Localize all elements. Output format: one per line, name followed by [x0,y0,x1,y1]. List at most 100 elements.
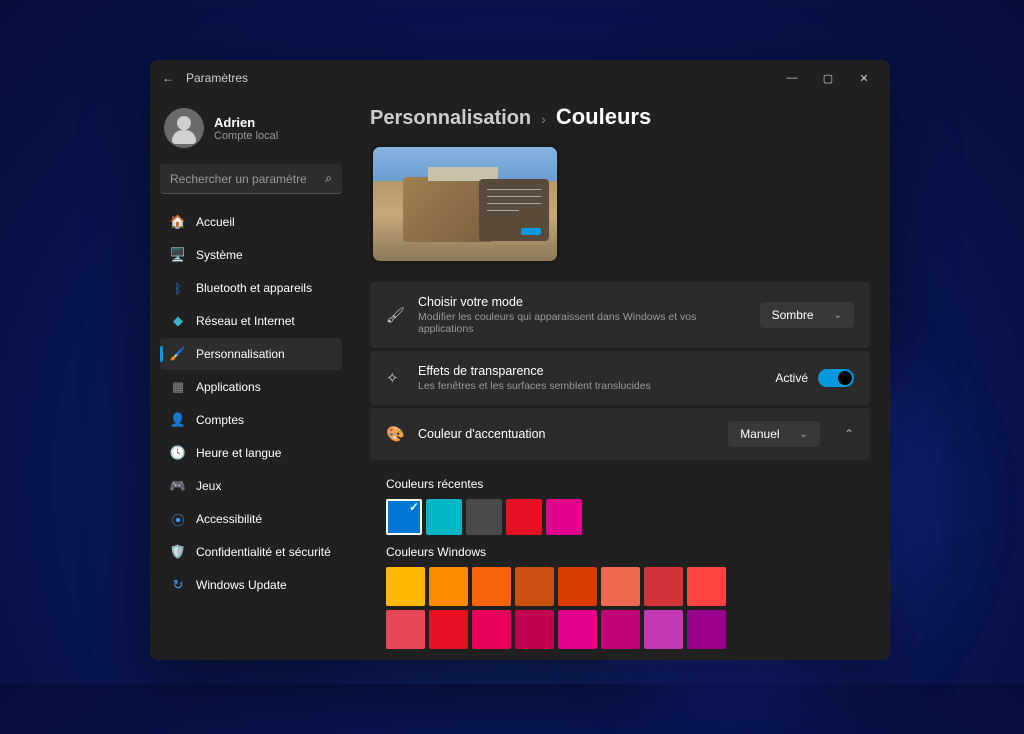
systeme-icon: 🖥️ [170,247,186,263]
windows-color-swatch[interactable] [472,567,511,606]
palette-icon: 🎨 [386,425,404,443]
sidebar-item-label: Réseau et Internet [196,314,295,328]
windows-color-swatch[interactable] [472,610,511,649]
minimize-button[interactable]: — [774,64,810,92]
main-panel: Personnalisation › Couleurs 🖌 Choisir vo… [350,96,890,660]
sidebar-item-label: Accueil [196,215,235,229]
titlebar: ← Paramètres — ▢ ✕ [150,60,890,96]
mode-sub: Modifier les couleurs qui apparaissent d… [418,311,746,335]
sidebar-item-label: Jeux [196,479,221,493]
sidebar-item-personnalisation[interactable]: 🖌️Personnalisation [160,338,342,370]
transparency-sub: Les fenêtres et les surfaces semblent tr… [418,380,761,392]
page-title: Couleurs [556,104,651,130]
transparency-state: Activé [775,371,808,385]
sparkle-icon: ✧ [386,369,404,387]
breadcrumb-root[interactable]: Personnalisation [370,107,531,130]
sidebar-item-comptes[interactable]: 👤 Comptes [160,404,342,436]
accent-value: Manuel [740,427,779,441]
sidebar-item-confidentialite[interactable]: 🛡️ Confidentialité et sécurité [160,536,342,568]
comptes-icon: 👤 [170,412,186,428]
chevron-right-icon: › [541,111,546,127]
personnalisation-icon: 🖌️ [170,346,186,362]
sidebar-item-label: Heure et langue [196,446,281,460]
jeux-icon: 🎮 [170,478,186,494]
sidebar-item-label: Confidentialité et sécurité [196,545,331,559]
sidebar-item-label: Système [196,248,243,262]
transparency-title: Effets de transparence [418,364,761,378]
window-title: Paramètres [186,71,248,85]
sidebar-item-applications[interactable]: ▦ Applications [160,371,342,403]
collapse-button[interactable]: ⌃ [844,427,854,441]
accent-dropdown[interactable]: Manuel ⌄ [728,421,820,447]
windows-color-swatch[interactable] [601,610,640,649]
sidebar-nav: 🏠 Accueil 🖥️ Système ᛒ Bluetooth et appareils… [160,206,342,601]
windows-color-swatch[interactable] [386,567,425,606]
recent-color-swatch[interactable] [466,499,502,535]
windows-color-swatch[interactable] [644,610,683,649]
sidebar-item-label: Applications [196,380,261,394]
mode-row[interactable]: 🖌 Choisir votre mode Modifier les couleu… [370,282,870,348]
recent-colors-title: Couleurs récentes [386,477,854,491]
sidebar-item-label: Bluetooth et appareils [196,281,312,295]
windows-color-swatch[interactable] [386,610,425,649]
close-button[interactable]: ✕ [846,64,882,92]
avatar-icon [164,108,204,148]
sidebar-item-accessibilite[interactable]: ⦿ Accessibilité [160,503,342,535]
windows-color-swatch[interactable] [429,567,468,606]
accent-panel: Couleurs récentes Couleurs Windows [370,463,870,660]
confidentialite-icon: 🛡️ [170,544,186,560]
maximize-button[interactable]: ▢ [810,64,846,92]
windows-color-swatch[interactable] [687,567,726,606]
settings-window: ← Paramètres — ▢ ✕ Adrien Compte local ⌕… [150,60,890,660]
chevron-down-icon: ⌄ [834,310,842,321]
recent-colors-row [386,499,854,535]
sidebar-item-accueil[interactable]: 🏠 Accueil [160,206,342,238]
sidebar-item-reseau[interactable]: ◆ Réseau et Internet [160,305,342,337]
recent-color-swatch[interactable] [506,499,542,535]
search-input[interactable] [170,172,325,186]
sidebar-item-update[interactable]: ↻ Windows Update [160,569,342,601]
sidebar-item-jeux[interactable]: 🎮 Jeux [160,470,342,502]
sidebar-item-label: Windows Update [196,578,287,592]
profile-block[interactable]: Adrien Compte local [160,102,342,160]
windows-color-swatch[interactable] [429,610,468,649]
accessibilite-icon: ⦿ [170,511,186,527]
mode-value: Sombre [772,308,814,322]
sidebar-item-bluetooth[interactable]: ᛒ Bluetooth et appareils [160,272,342,304]
sidebar-item-label: Comptes [196,413,244,427]
profile-name: Adrien [214,115,278,130]
mode-title: Choisir votre mode [418,295,746,309]
windows-color-swatch[interactable] [558,610,597,649]
recent-color-swatch[interactable] [386,499,422,535]
mode-dropdown[interactable]: Sombre ⌄ [760,302,854,328]
sidebar-item-systeme[interactable]: 🖥️ Système [160,239,342,271]
sidebar: Adrien Compte local ⌕ 🏠 Accueil 🖥️ Système ᛒ… [150,96,350,660]
search-icon: ⌕ [325,171,332,186]
update-icon: ↻ [170,577,186,593]
profile-sub: Compte local [214,130,278,142]
accent-row[interactable]: 🎨 Couleur d'accentuation Manuel ⌄ ⌃ [370,408,870,460]
windows-color-swatch[interactable] [687,610,726,649]
windows-colors-title: Couleurs Windows [386,545,854,559]
windows-color-swatch[interactable] [515,610,554,649]
recent-color-swatch[interactable] [546,499,582,535]
brush-icon: 🖌 [386,306,404,324]
accueil-icon: 🏠 [170,214,186,230]
search-box[interactable]: ⌕ [160,164,342,194]
windows-color-swatch[interactable] [644,567,683,606]
sidebar-item-label: Accessibilité [196,512,262,526]
reseau-icon: ◆ [170,313,186,329]
transparency-row[interactable]: ✧ Effets de transparence Les fenêtres et… [370,351,870,405]
bluetooth-icon: ᛒ [170,280,186,296]
transparency-toggle[interactable] [818,369,854,387]
accent-title: Couleur d'accentuation [418,427,714,441]
windows-color-swatch[interactable] [601,567,640,606]
back-button[interactable]: ← [158,71,178,85]
sidebar-item-heure[interactable]: 🕓Heure et langue [160,437,342,469]
windows-color-swatch[interactable] [515,567,554,606]
windows-colors-grid [386,567,854,649]
desktop-preview [370,144,560,264]
windows-color-swatch[interactable] [558,567,597,606]
applications-icon: ▦ [170,379,186,395]
recent-color-swatch[interactable] [426,499,462,535]
